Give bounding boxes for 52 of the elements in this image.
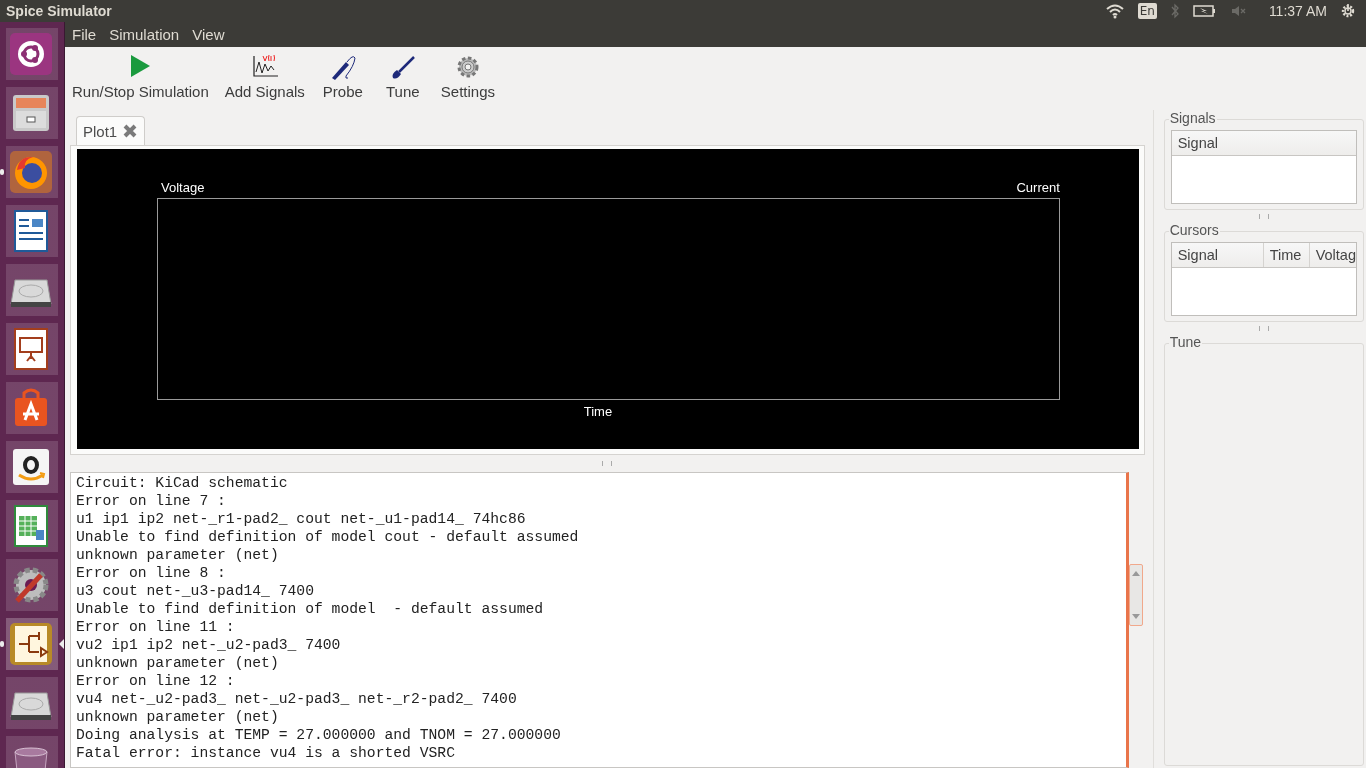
console-line: u3 cout net-_u3-pad14_ 7400 [76,582,315,600]
toolbar-button[interactable]: Add Signals [220,51,309,102]
console-line: Unable to find definition of model - default assumed [76,600,545,618]
group-title: Tune [1168,334,1203,350]
console-line: u1 ip1 ip2 net-_r1-pad2_ cout net-_u1-pad14_ 74hc86 [76,510,527,528]
toolbar-button[interactable]: Tune [376,51,429,102]
axis-label: Time [583,404,613,419]
console-line: unknown parameter (net) [76,708,280,726]
wifi-icon[interactable] [1104,3,1125,19]
launcher-item[interactable] [0,618,64,670]
toolbar-button-label: Run/Stop Simulation [72,83,209,100]
group-title: Cursors [1168,222,1220,238]
group-title: Signals [1168,110,1217,126]
console-line: unknown parameter (net) [76,546,280,564]
menu-item[interactable]: View [187,26,230,43]
toolbar-button-label: Add Signals [224,83,305,100]
console-line: vu4 net-_u2-pad3_ net-_u2-pad3_ net-_r2-pad2_ 7400 [76,690,518,708]
toolbar-button[interactable]: Run/Stop Simulation [68,51,213,102]
axis-label: Voltage [161,180,205,195]
console-line: Error on line 7 : [76,492,227,510]
console-line: Error on line 8 : [76,564,227,582]
toolbar-button-label: Settings [440,83,495,100]
keyboard-indicator[interactable]: En [1137,3,1157,19]
power-gear-icon[interactable] [1340,3,1356,19]
menu-item[interactable]: Simulation [104,26,185,43]
console-line: Error on line 12 : [76,672,236,690]
clock[interactable]: 11:37 AM [1268,3,1327,19]
column-header[interactable]: Voltag [1309,243,1356,267]
console-line: Doing analysis at TEMP = 27.000000 and TNOM = 27.000000 [76,726,562,744]
splitter-handle[interactable] [1258,213,1269,219]
menu-item[interactable]: File [67,26,102,43]
axis-label: Current [1016,180,1060,195]
column-header[interactable]: Signal [1171,131,1356,155]
console-line: Unable to find definition of model cout - default assumed [76,528,580,546]
console-line: Error on line 11 : [76,618,236,636]
console-line: vu2 ip1 ip2 net-_u2-pad3_ 7400 [76,636,342,654]
battery-icon[interactable] [1192,4,1217,18]
close-icon[interactable] [122,123,139,139]
console-line: Circuit: KiCad schematic [76,474,289,492]
toolbar-button-label: Tune [386,83,420,100]
toolbar-button[interactable]: Settings [436,51,499,102]
tab-label: Plot1 [83,122,118,140]
window-title: Spice Simulator [5,3,112,19]
toolbar-button-label: Probe [322,83,363,100]
splitter-handle[interactable] [1258,325,1269,331]
console-line: unknown parameter (net) [76,654,280,672]
tab[interactable]: Plot1 [76,116,146,145]
console-line: Fatal error: instance vu4 is a shorted VSRC [76,744,456,762]
column-header[interactable]: Time [1263,243,1310,267]
splitter-handle[interactable] [602,461,613,466]
toolbar-button[interactable]: Probe [316,51,369,102]
column-header[interactable]: Signal [1171,243,1264,267]
